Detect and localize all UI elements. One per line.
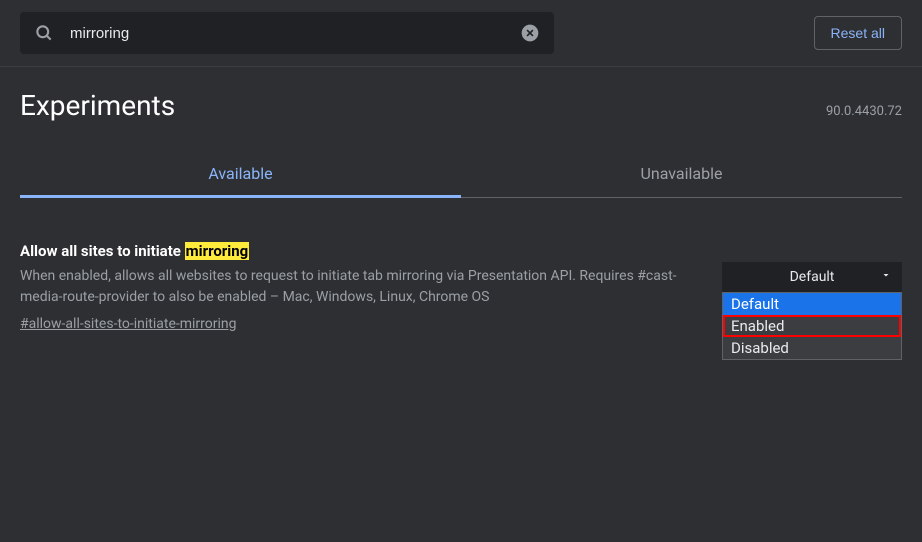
flag-link[interactable]: #allow-all-sites-to-initiate-mirroring <box>20 316 237 332</box>
search-box[interactable] <box>20 12 554 54</box>
reset-all-button[interactable]: Reset all <box>814 16 902 50</box>
clear-search-icon[interactable] <box>520 23 540 43</box>
version-label: 90.0.4430.72 <box>826 104 902 119</box>
dropdown-option-default[interactable]: Default <box>723 293 901 315</box>
header-divider <box>0 66 922 67</box>
flag-select-value: Default <box>790 269 835 285</box>
dropdown-option-disabled[interactable]: Disabled <box>723 337 901 359</box>
flag-title: Allow all sites to initiate mirroring <box>20 242 702 260</box>
flag-dropdown: Default Enabled Disabled <box>722 292 902 360</box>
tab-unavailable[interactable]: Unavailable <box>461 152 902 198</box>
chevron-down-icon <box>880 269 892 285</box>
tab-available[interactable]: Available <box>20 152 461 198</box>
search-icon <box>34 23 54 43</box>
search-input[interactable] <box>70 25 520 42</box>
flag-description: When enabled, allows all websites to req… <box>20 266 702 308</box>
flag-title-highlight: mirroring <box>185 242 250 260</box>
tabs: Available Unavailable <box>20 152 902 198</box>
dropdown-option-enabled[interactable]: Enabled <box>723 315 901 337</box>
flag-item: Allow all sites to initiate mirroring Wh… <box>20 242 902 332</box>
flag-select[interactable]: Default <box>722 262 902 292</box>
page-title: Experiments <box>20 89 175 122</box>
header-bar: Reset all <box>0 0 922 66</box>
flag-title-prefix: Allow all sites to initiate <box>20 242 185 260</box>
